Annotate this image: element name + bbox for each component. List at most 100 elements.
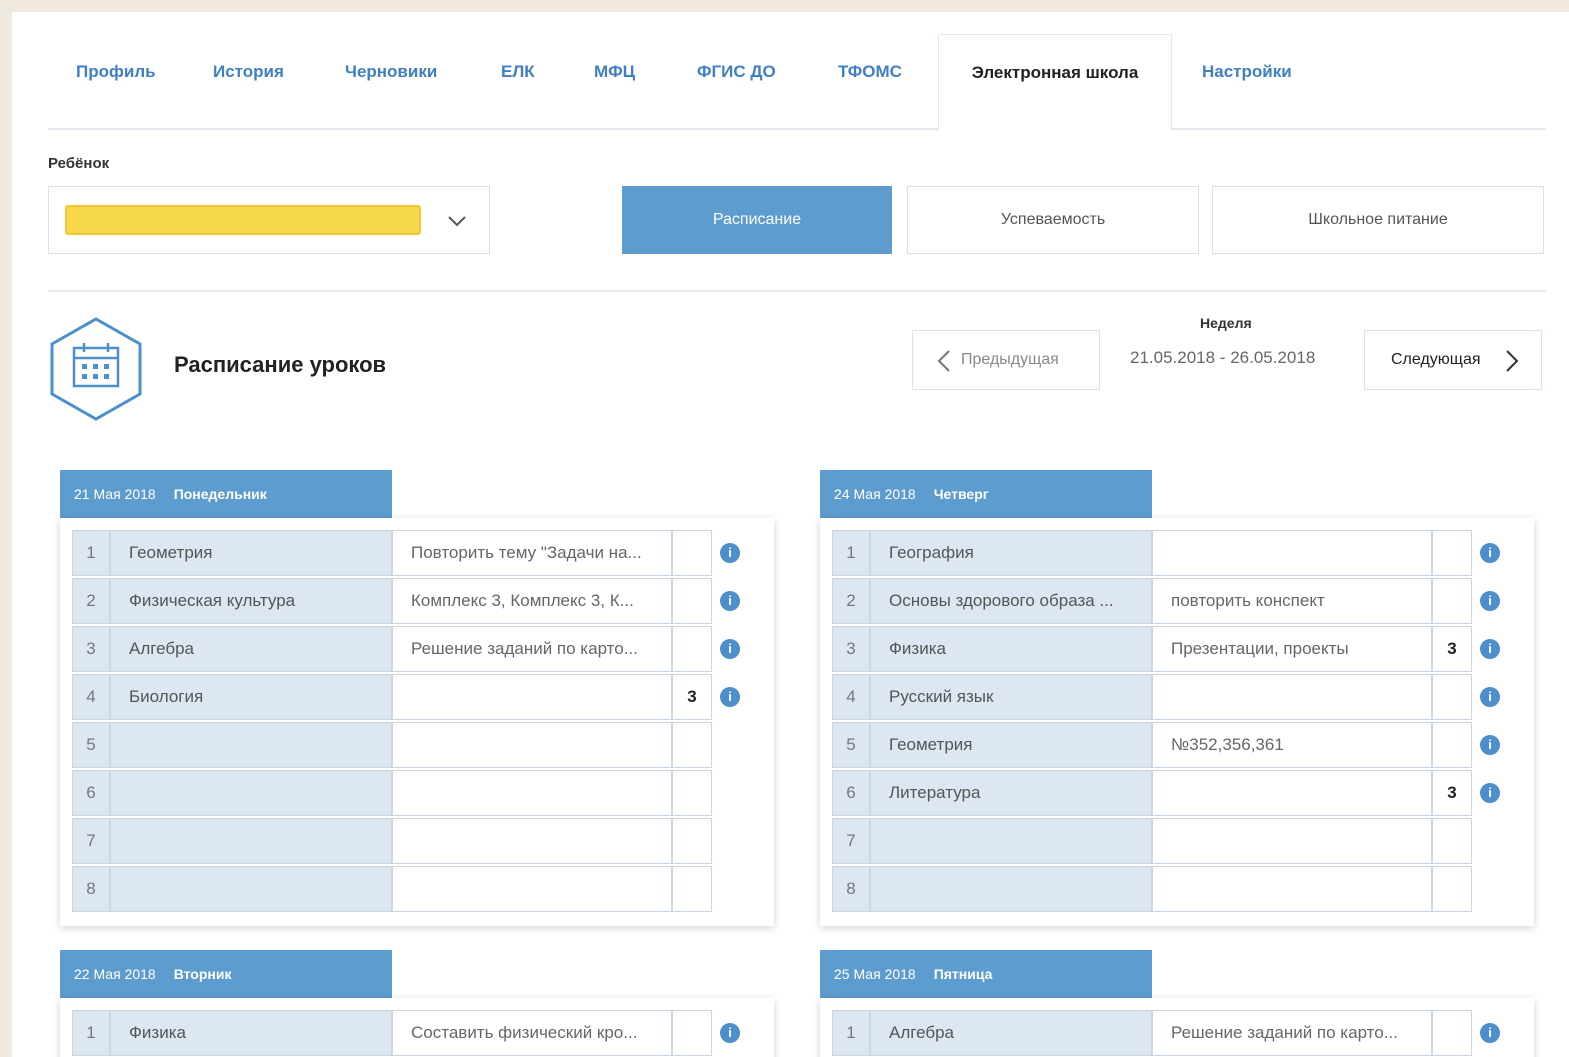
info-icon[interactable]: i xyxy=(1480,543,1500,563)
lesson-mark: 3 xyxy=(1432,770,1472,816)
lesson-row[interactable]: 1 Геометрия Повторить тему "Задачи на... i xyxy=(72,530,774,578)
lesson-row[interactable]: 4 Русский язык i xyxy=(832,674,1534,722)
tab-mfc[interactable]: МФЦ xyxy=(594,34,635,130)
lesson-mark xyxy=(1432,722,1472,768)
day-weekday: Четверг xyxy=(933,486,989,502)
lesson-row[interactable]: 6 Литература 3 i xyxy=(832,770,1534,818)
lesson-row[interactable]: 7 xyxy=(832,818,1534,866)
lesson-number: 2 xyxy=(72,578,110,624)
lesson-row[interactable]: 2 Основы здорового образа ... повторить ко… xyxy=(832,578,1534,626)
info-icon[interactable]: i xyxy=(1480,1023,1500,1043)
tab-profile[interactable]: Профиль xyxy=(76,34,156,130)
tab-fgis-do[interactable]: ФГИС ДО xyxy=(697,34,776,130)
lesson-subject: Биология xyxy=(110,674,392,720)
school-meals-mode-button[interactable]: Школьное питание xyxy=(1212,186,1544,254)
lesson-number: 1 xyxy=(832,1010,870,1056)
chevron-down-icon xyxy=(448,216,466,227)
info-icon[interactable]: i xyxy=(720,543,740,563)
divider xyxy=(48,290,1546,292)
schedule-title: Расписание уроков xyxy=(174,352,387,377)
lesson-row[interactable]: 5 xyxy=(72,722,774,770)
info-icon[interactable]: i xyxy=(1480,783,1500,803)
lesson-homework xyxy=(392,674,672,720)
lesson-mark xyxy=(672,578,712,624)
tab-elk[interactable]: ЕЛК xyxy=(501,34,535,130)
lesson-number: 4 xyxy=(832,674,870,720)
lesson-number: 5 xyxy=(72,722,110,768)
info-icon[interactable]: i xyxy=(1480,735,1500,755)
lesson-row[interactable]: 1 Алгебра Решение заданий по карто... i xyxy=(832,1010,1534,1057)
tab-tfoms[interactable]: ТФОМС xyxy=(838,34,902,130)
lesson-homework xyxy=(392,722,672,768)
info-icon[interactable]: i xyxy=(1480,591,1500,611)
lesson-homework xyxy=(392,770,672,816)
lesson-row[interactable]: 2 Физическая культура Комплекс 3, Комплекс… xyxy=(72,578,774,626)
lesson-row[interactable]: 3 Алгебра Решение заданий по карто... i xyxy=(72,626,774,674)
lesson-number: 5 xyxy=(832,722,870,768)
lesson-homework: №352,356,361 xyxy=(1152,722,1432,768)
chevron-right-icon xyxy=(1506,350,1519,372)
lesson-row[interactable]: 8 xyxy=(832,866,1534,914)
day-header: 22 Мая 2018 Вторник xyxy=(60,950,392,998)
next-week-label: Следующая xyxy=(1391,351,1481,368)
lesson-homework xyxy=(392,866,672,912)
previous-week-button[interactable]: Предыдущая xyxy=(912,330,1100,390)
day-card-thursday: 24 Мая 2018 Четверг 1 География i 2 Основы зд… xyxy=(820,470,1534,926)
tab-bar: Профиль История Черновики ЕЛК МФЦ ФГИС Д… xyxy=(48,34,1546,132)
lesson-list: 1 Алгебра Решение заданий по карто... i xyxy=(820,998,1534,1057)
lesson-mark xyxy=(672,626,712,672)
tab-electronic-school[interactable]: Электронная школа xyxy=(938,34,1172,132)
lesson-list: 1 География i 2 Основы здорового образа ... п… xyxy=(820,518,1534,926)
lesson-row[interactable]: 6 xyxy=(72,770,774,818)
tab-settings[interactable]: Настройки xyxy=(1202,34,1292,130)
info-icon[interactable]: i xyxy=(1480,687,1500,707)
info-icon[interactable]: i xyxy=(720,687,740,707)
lesson-homework xyxy=(1152,530,1432,576)
info-icon[interactable]: i xyxy=(720,639,740,659)
lesson-mark: 3 xyxy=(1432,626,1472,672)
lesson-mark xyxy=(1432,530,1472,576)
lesson-subject: Физика xyxy=(870,626,1152,672)
lesson-row[interactable]: 1 Физика Составить физический кро... i xyxy=(72,1010,774,1057)
lesson-subject: Алгебра xyxy=(110,626,392,672)
schedule-mode-button[interactable]: Расписание xyxy=(622,186,892,254)
lesson-list: 1 Геометрия Повторить тему "Задачи на... i 2… xyxy=(60,518,774,926)
lesson-homework xyxy=(1152,770,1432,816)
lesson-mark xyxy=(1432,818,1472,864)
lesson-mark xyxy=(672,722,712,768)
lesson-row[interactable]: 1 География i xyxy=(832,530,1534,578)
lesson-homework: повторить конспект xyxy=(1152,578,1432,624)
lesson-subject: Русский язык xyxy=(870,674,1152,720)
lesson-homework: Презентации, проекты xyxy=(1152,626,1432,672)
info-icon[interactable]: i xyxy=(720,591,740,611)
next-week-button[interactable]: Следующая xyxy=(1364,330,1542,390)
lesson-row[interactable]: 8 xyxy=(72,866,774,914)
lesson-row[interactable]: 5 Геометрия №352,356,361 i xyxy=(832,722,1534,770)
lesson-homework: Решение заданий по карто... xyxy=(1152,1010,1432,1056)
lesson-homework xyxy=(1152,674,1432,720)
lesson-row[interactable]: 7 xyxy=(72,818,774,866)
lesson-row[interactable]: 3 Физика Презентации, проекты 3 i xyxy=(832,626,1534,674)
lesson-mark: 3 xyxy=(672,674,712,720)
lesson-mark xyxy=(672,1010,712,1056)
tab-history[interactable]: История xyxy=(213,34,284,130)
lesson-subject xyxy=(110,722,392,768)
lesson-mark xyxy=(672,770,712,816)
lesson-subject xyxy=(110,866,392,912)
lesson-number: 3 xyxy=(72,626,110,672)
lesson-mark xyxy=(672,530,712,576)
lesson-subject: Основы здорового образа ... xyxy=(870,578,1152,624)
progress-mode-button[interactable]: Успеваемость xyxy=(907,186,1199,254)
day-weekday: Вторник xyxy=(173,966,232,982)
child-select[interactable] xyxy=(48,186,490,254)
lesson-homework: Повторить тему "Задачи на... xyxy=(392,530,672,576)
lesson-subject: Физика xyxy=(110,1010,392,1056)
lesson-subject xyxy=(870,866,1152,912)
tab-drafts[interactable]: Черновики xyxy=(345,34,437,130)
lesson-subject: Литература xyxy=(870,770,1152,816)
lesson-row[interactable]: 4 Биология 3 i xyxy=(72,674,774,722)
info-icon[interactable]: i xyxy=(720,1023,740,1043)
info-icon[interactable]: i xyxy=(1480,639,1500,659)
lesson-homework xyxy=(392,818,672,864)
lesson-mark xyxy=(1432,578,1472,624)
